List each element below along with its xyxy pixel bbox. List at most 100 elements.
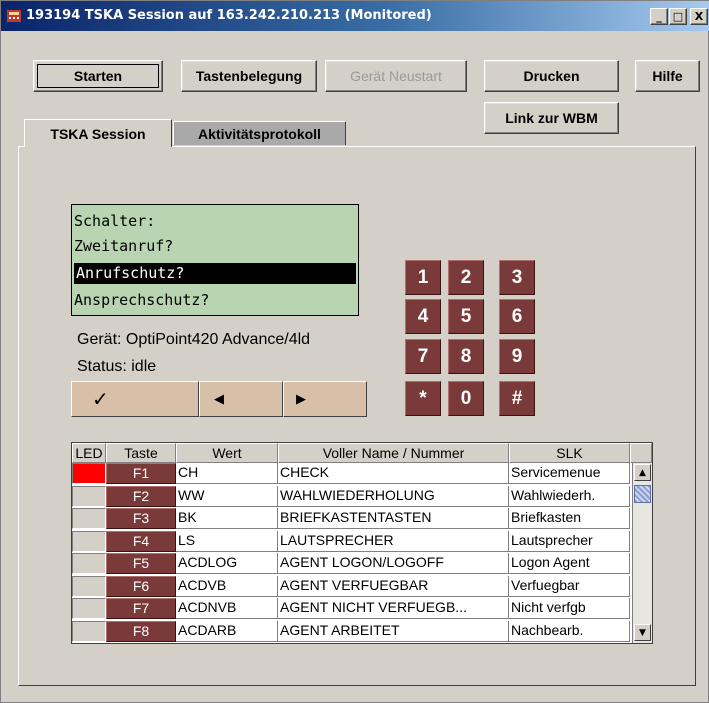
- table-row[interactable]: F5 ACDLOG AGENT LOGON/LOGOFF Logon Agent: [72, 553, 632, 574]
- cell-value[interactable]: WW: [176, 485, 278, 507]
- restart-device-button: Gerät Neustart: [325, 60, 467, 92]
- function-key-button[interactable]: F6: [106, 575, 176, 597]
- phone-app-icon: [7, 10, 21, 22]
- function-key-button[interactable]: F2: [106, 485, 176, 507]
- arrow-up-icon: ▲: [639, 467, 646, 478]
- led-indicator: [72, 620, 106, 642]
- function-key-button[interactable]: F4: [106, 530, 176, 552]
- app-window: 193194 TSKA Session auf 163.242.210.213 …: [0, 0, 709, 703]
- scroll-left-button[interactable]: ◀: [199, 381, 283, 417]
- cell-fullname[interactable]: AGENT ARBEITET: [278, 620, 509, 642]
- table-row[interactable]: F4 LS LAUTSPRECHER Lautsprecher: [72, 530, 632, 552]
- column-header-fullname[interactable]: Voller Name / Nummer: [278, 443, 509, 463]
- cell-slk[interactable]: Nicht verfgb: [509, 598, 630, 619]
- cell-value[interactable]: ACDLOG: [176, 553, 278, 574]
- cell-slk[interactable]: Logon Agent: [509, 553, 630, 574]
- scroll-thumb[interactable]: [634, 485, 651, 503]
- keypad-key-9[interactable]: 9: [499, 339, 535, 374]
- arrow-down-icon: ▼: [639, 627, 646, 638]
- cell-value[interactable]: ACDNVB: [176, 598, 278, 619]
- display-line: Zweitanruf?: [74, 237, 174, 255]
- table-row[interactable]: F7 ACDNVB AGENT NICHT VERFUEGB... Nicht ver…: [72, 598, 632, 619]
- keypad-key-8[interactable]: 8: [448, 339, 484, 374]
- cell-fullname[interactable]: CHECK: [278, 463, 509, 484]
- cell-slk[interactable]: Verfuegbar: [509, 575, 630, 597]
- keypad-key-hash[interactable]: #: [499, 381, 535, 416]
- cell-slk[interactable]: Lautsprecher: [509, 530, 630, 552]
- keypad-key-4[interactable]: 4: [405, 299, 441, 334]
- start-button[interactable]: Starten: [33, 60, 163, 92]
- function-key-button[interactable]: F5: [106, 553, 176, 574]
- column-header-led[interactable]: LED: [72, 443, 106, 463]
- keypad-key-3[interactable]: 3: [499, 260, 535, 295]
- column-header-key[interactable]: Taste: [106, 443, 176, 463]
- key-assignment-table: LED Taste Wert Voller Name / Nummer SLK …: [71, 442, 653, 644]
- ok-button[interactable]: ✓: [71, 381, 199, 417]
- scroll-down-button[interactable]: ▼: [634, 624, 651, 641]
- minimize-button[interactable]: _: [650, 8, 668, 25]
- scroll-right-button[interactable]: ▶: [283, 381, 367, 417]
- led-indicator: [72, 530, 106, 552]
- window-title: 193194 TSKA Session auf 163.242.210.213 …: [26, 8, 432, 23]
- function-key-button[interactable]: F1: [106, 463, 176, 484]
- led-indicator: [72, 575, 106, 597]
- cell-fullname[interactable]: AGENT NICHT VERFUEGB...: [278, 598, 509, 619]
- keymap-button[interactable]: Tastenbelegung: [181, 60, 317, 92]
- wbm-link-button[interactable]: Link zur WBM: [484, 102, 619, 134]
- maximize-button[interactable]: □: [669, 8, 687, 25]
- cell-slk[interactable]: Wahlwiederh.: [509, 485, 630, 507]
- cell-value[interactable]: ACDVB: [176, 575, 278, 597]
- close-button[interactable]: X: [690, 8, 708, 25]
- help-button[interactable]: Hilfe: [635, 60, 700, 92]
- led-indicator: [72, 553, 106, 574]
- display-line: Schalter:: [74, 212, 156, 230]
- led-indicator: [72, 598, 106, 619]
- table-row[interactable]: F2 WW WAHLWIEDERHOLUNG Wahlwiederh.: [72, 485, 632, 507]
- tab-activity-log[interactable]: Aktivitätsprotokoll: [173, 121, 346, 145]
- device-model: Gerät: OptiPoint420 Advance/4ld: [77, 331, 311, 348]
- display-line-selected: Anrufschutz?: [74, 263, 356, 284]
- cell-fullname[interactable]: AGENT LOGON/LOGOFF: [278, 553, 509, 574]
- table-row[interactable]: F1 CH CHECK Servicemenue: [72, 463, 632, 484]
- cell-value[interactable]: ACDARB: [176, 620, 278, 642]
- display-line: Ansprechschutz?: [74, 291, 210, 309]
- table-row[interactable]: F3 BK BRIEFKASTENTASTEN Briefkasten: [72, 508, 632, 529]
- cell-fullname[interactable]: LAUTSPRECHER: [278, 530, 509, 552]
- device-status: Status: idle: [77, 358, 157, 375]
- arrow-right-icon: ▶: [296, 391, 306, 407]
- table-row[interactable]: F6 ACDVB AGENT VERFUEGBAR Verfuegbar: [72, 575, 632, 597]
- column-header-value[interactable]: Wert: [176, 443, 278, 463]
- print-button[interactable]: Drucken: [484, 60, 619, 92]
- column-header-slk[interactable]: SLK: [509, 443, 630, 463]
- vertical-scrollbar[interactable]: ▲ ▼: [632, 463, 652, 643]
- cell-slk[interactable]: Servicemenue: [509, 463, 630, 484]
- title-bar[interactable]: 193194 TSKA Session auf 163.242.210.213 …: [1, 1, 709, 31]
- led-indicator: [72, 508, 106, 529]
- keypad-key-6[interactable]: 6: [499, 299, 535, 334]
- checkmark-icon: ✓: [92, 387, 109, 411]
- table-row[interactable]: F8 ACDARB AGENT ARBEITET Nachbearb.: [72, 620, 632, 642]
- cell-slk[interactable]: Nachbearb.: [509, 620, 630, 642]
- function-key-button[interactable]: F7: [106, 598, 176, 619]
- cell-fullname[interactable]: AGENT VERFUEGBAR: [278, 575, 509, 597]
- scroll-up-button[interactable]: ▲: [634, 464, 651, 481]
- cell-slk[interactable]: Briefkasten: [509, 508, 630, 529]
- keypad-key-0[interactable]: 0: [448, 381, 484, 416]
- keypad-key-2[interactable]: 2: [448, 260, 484, 295]
- function-key-button[interactable]: F3: [106, 508, 176, 529]
- cell-value[interactable]: BK: [176, 508, 278, 529]
- function-key-button[interactable]: F8: [106, 620, 176, 642]
- keypad-key-5[interactable]: 5: [448, 299, 484, 334]
- cell-fullname[interactable]: WAHLWIEDERHOLUNG: [278, 485, 509, 507]
- led-indicator: [72, 463, 106, 484]
- tab-tska-session[interactable]: TSKA Session: [24, 119, 172, 147]
- arrow-left-icon: ◀: [214, 391, 224, 407]
- keypad-key-star[interactable]: *: [405, 381, 441, 416]
- cell-fullname[interactable]: BRIEFKASTENTASTEN: [278, 508, 509, 529]
- phone-display: Schalter: Zweitanruf? Anrufschutz? Anspr…: [71, 204, 359, 316]
- keypad-key-7[interactable]: 7: [405, 339, 441, 374]
- column-header-corner: [630, 443, 652, 463]
- keypad-key-1[interactable]: 1: [405, 260, 441, 295]
- cell-value[interactable]: LS: [176, 530, 278, 552]
- cell-value[interactable]: CH: [176, 463, 278, 484]
